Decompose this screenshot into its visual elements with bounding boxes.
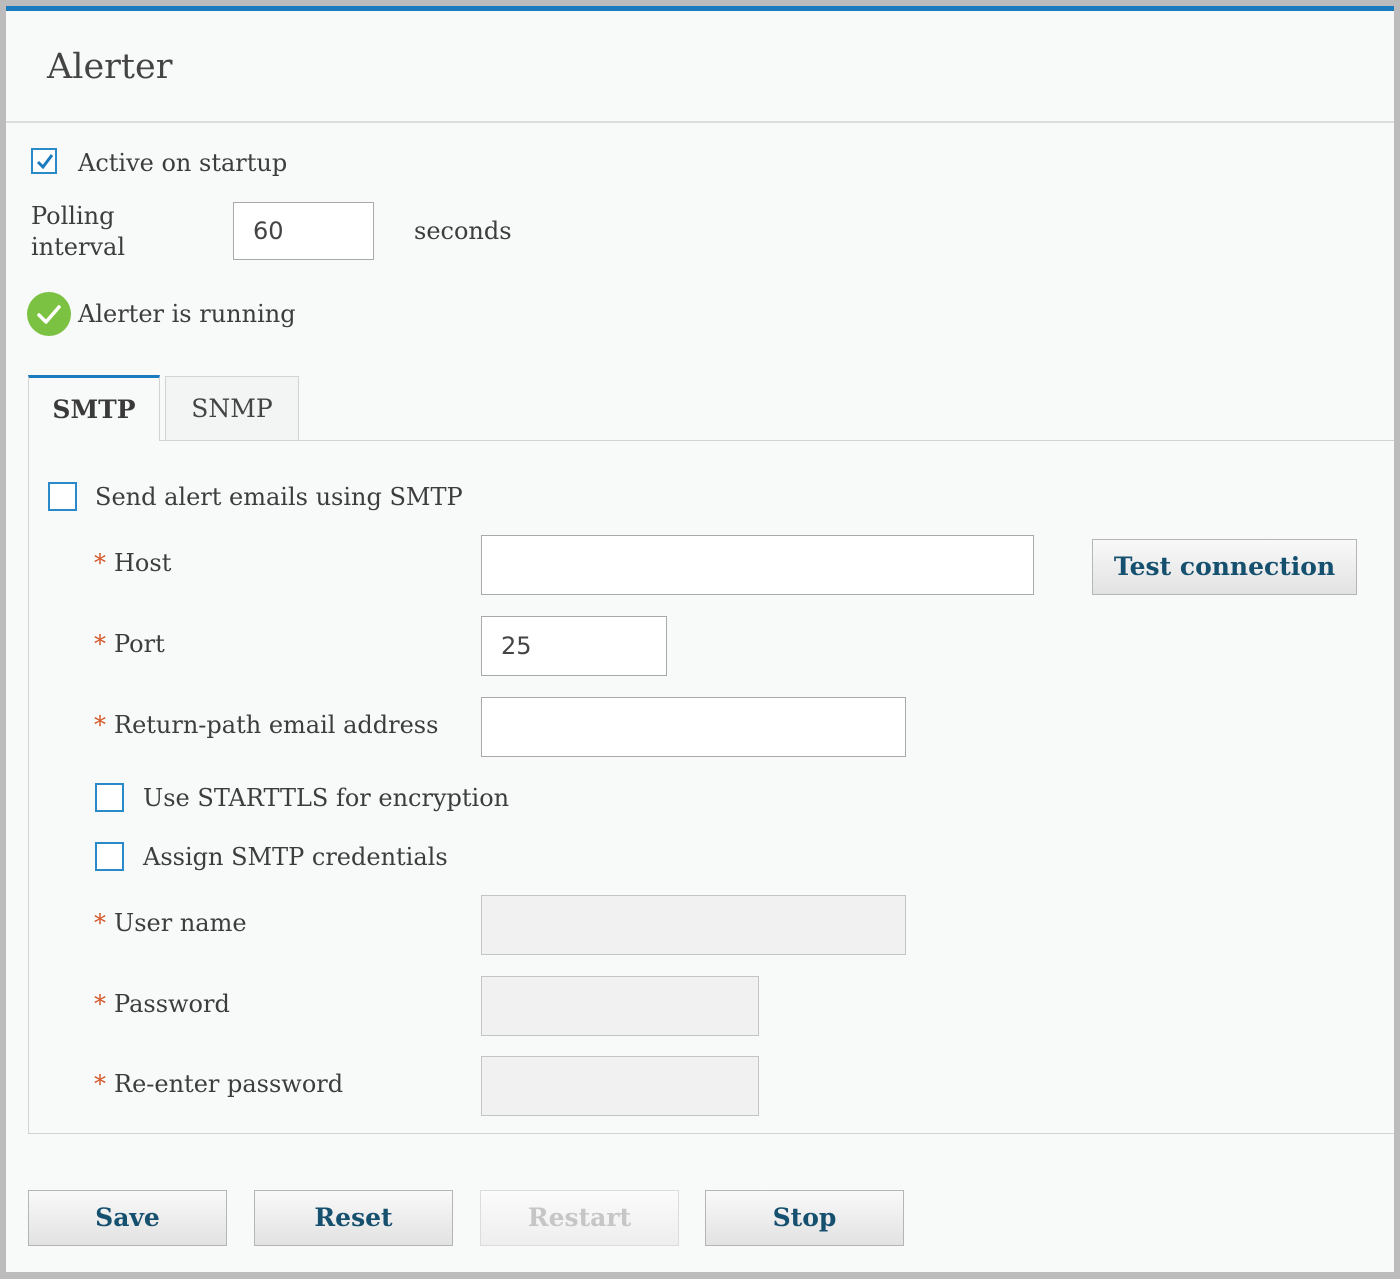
active-on-startup-checkbox[interactable]: [31, 148, 57, 174]
port-input[interactable]: [481, 616, 667, 676]
password-label-text: Password: [114, 990, 230, 1018]
port-label: * Port: [94, 630, 165, 658]
reset-button[interactable]: Reset: [254, 1190, 453, 1246]
starttls-checkbox[interactable]: [95, 783, 124, 812]
password-label: * Password: [94, 990, 230, 1018]
user-name-input[interactable]: [481, 895, 906, 955]
required-marker: *: [94, 630, 106, 658]
polling-interval-unit: seconds: [414, 217, 512, 245]
starttls-label: Use STARTTLS for encryption: [143, 784, 510, 812]
alerter-panel: Alerter Active on startup Polling interv…: [6, 6, 1394, 1272]
page-title: Alerter: [47, 47, 173, 87]
return-path-label-text: Return-path email address: [114, 711, 439, 739]
return-path-label: * Return-path email address: [94, 711, 438, 739]
reenter-password-input[interactable]: [481, 1056, 759, 1116]
reenter-password-label: * Re-enter password: [94, 1070, 343, 1098]
user-name-label: * User name: [94, 909, 247, 937]
send-alerts-label: Send alert emails using SMTP: [95, 483, 463, 511]
status-check-icon: [27, 292, 71, 336]
tab-snmp[interactable]: SNMP: [165, 376, 299, 440]
host-label: * Host: [94, 549, 171, 577]
status-text: Alerter is running: [78, 300, 296, 328]
checkmark-icon: [36, 154, 54, 170]
host-label-text: Host: [114, 549, 172, 577]
host-input[interactable]: [481, 535, 1034, 595]
polling-interval-label-line2: interval: [31, 233, 125, 261]
polling-interval-label: Polling interval: [31, 201, 125, 263]
required-marker: *: [94, 549, 106, 577]
polling-interval-label-line1: Polling: [31, 202, 115, 230]
required-marker: *: [94, 990, 106, 1018]
required-marker: *: [94, 711, 106, 739]
user-name-label-text: User name: [114, 909, 247, 937]
test-connection-button[interactable]: Test connection: [1092, 539, 1357, 595]
save-button[interactable]: Save: [28, 1190, 227, 1246]
title-divider: [6, 121, 1394, 123]
assign-credentials-checkbox[interactable]: [95, 842, 124, 871]
password-input[interactable]: [481, 976, 759, 1036]
restart-button[interactable]: Restart: [480, 1190, 679, 1246]
active-on-startup-label: Active on startup: [78, 149, 288, 177]
reenter-password-label-text: Re-enter password: [114, 1070, 344, 1098]
return-path-input[interactable]: [481, 697, 906, 757]
assign-credentials-label: Assign SMTP credentials: [143, 843, 448, 871]
send-alerts-checkbox[interactable]: [48, 482, 77, 511]
polling-interval-input[interactable]: [233, 202, 374, 260]
port-label-text: Port: [114, 630, 165, 658]
stop-button[interactable]: Stop: [705, 1190, 904, 1246]
check-icon: [37, 305, 61, 324]
tab-smtp[interactable]: SMTP: [28, 375, 160, 441]
required-marker: *: [94, 909, 106, 937]
required-marker: *: [94, 1070, 106, 1098]
